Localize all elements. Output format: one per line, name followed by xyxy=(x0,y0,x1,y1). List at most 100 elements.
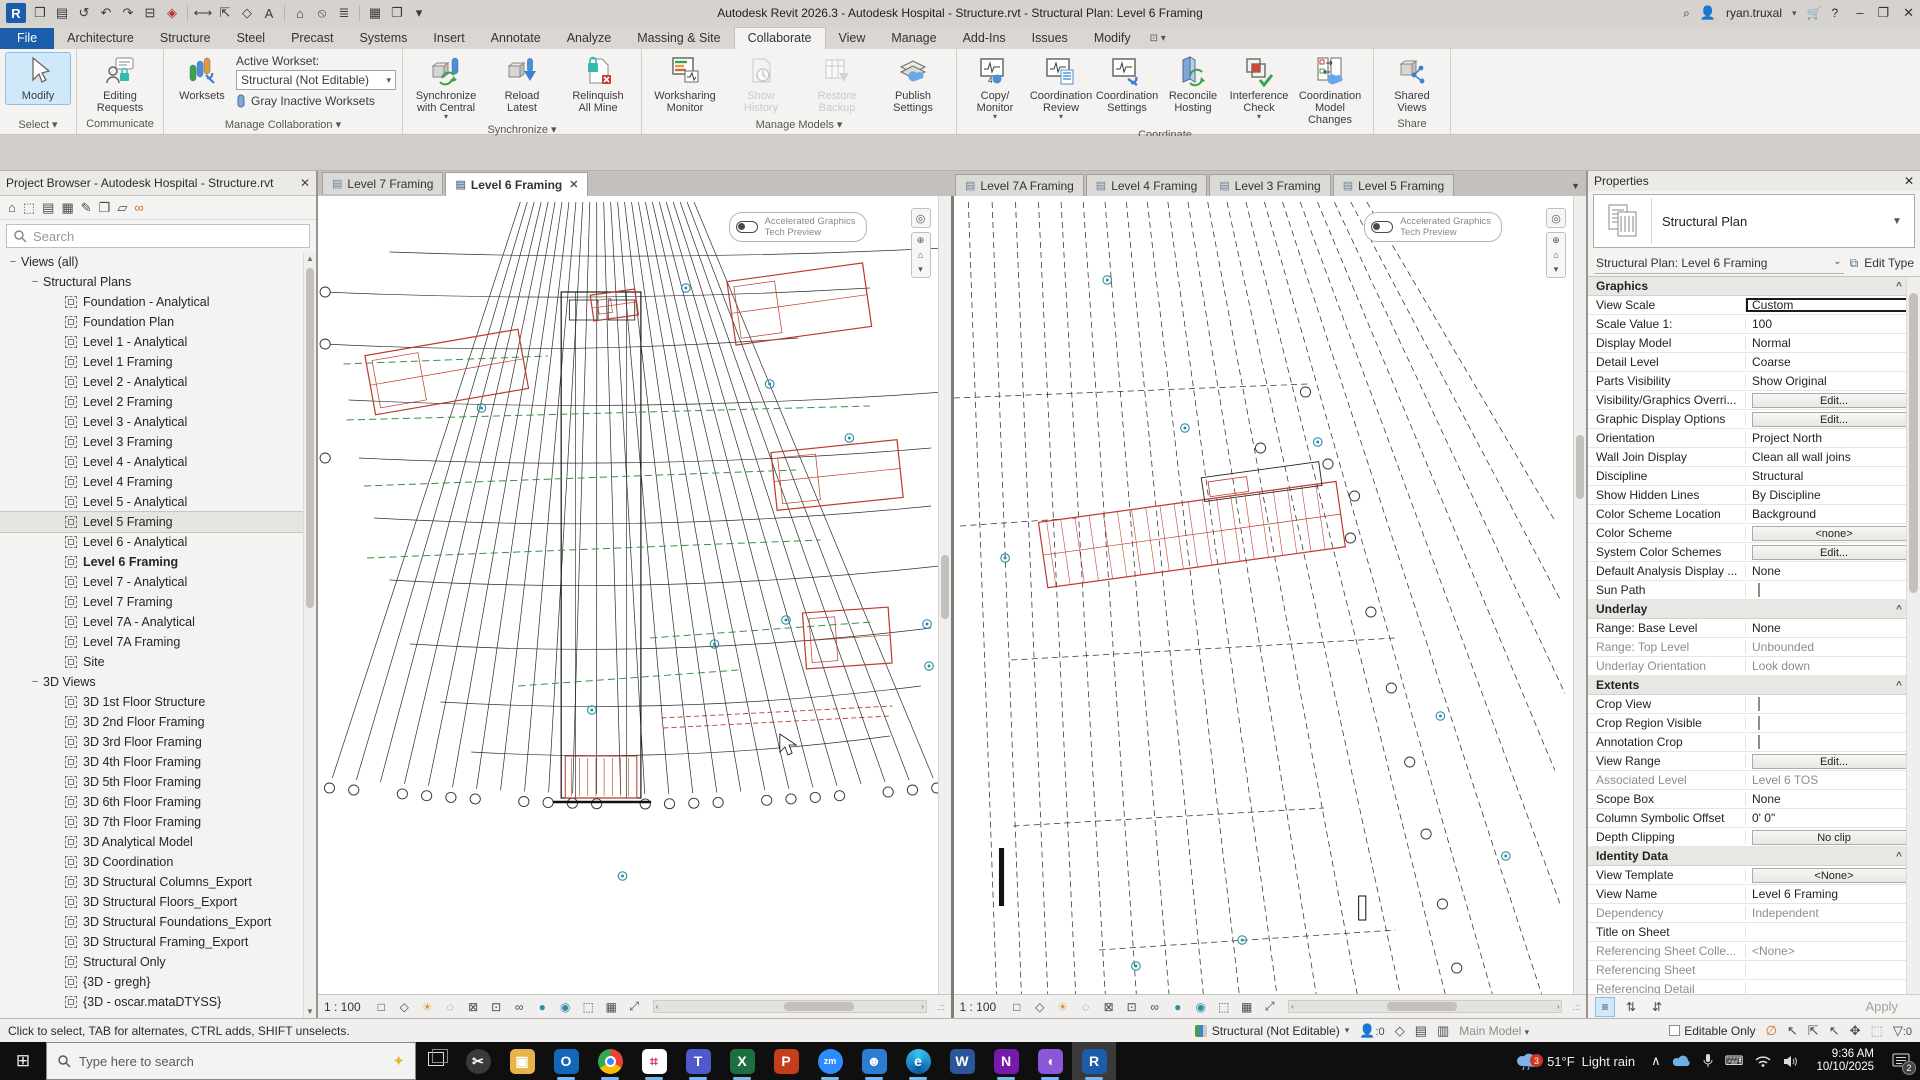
sort-desc-icon[interactable]: ⇵ xyxy=(1648,998,1666,1016)
taskbar-app-outlook[interactable]: O xyxy=(544,1042,588,1080)
home-view-icon[interactable]: ⌂ xyxy=(1553,250,1558,260)
tree-item-3d-structural-columns-export[interactable]: 3D Structural Columns_Export xyxy=(0,872,303,892)
tech-preview-toggle-icon[interactable] xyxy=(1371,221,1393,233)
tab-list-chevron-icon[interactable]: ▼ xyxy=(1571,181,1580,191)
tree-item-3d-5th-floor-framing[interactable]: 3D 5th Floor Framing xyxy=(0,772,303,792)
tree-item-3d-structural-foundations-export[interactable]: 3D Structural Foundations_Export xyxy=(0,912,303,932)
zoom-icon[interactable]: ⊕ xyxy=(1552,235,1560,246)
ribbon-tab-systems[interactable]: Systems xyxy=(346,28,420,49)
ribbon-tab-view[interactable]: View xyxy=(826,28,879,49)
coordination-settings-button[interactable]: CoordinationSettings xyxy=(1095,53,1159,116)
view-tab-level-5-framing[interactable]: ▤Level 5 Framing xyxy=(1333,174,1454,196)
signed-in-user[interactable]: ryan.truxal xyxy=(1726,6,1782,20)
speaker-icon[interactable] xyxy=(1783,1055,1798,1068)
instance-selector[interactable]: Structural Plan: Level 6 Framing ⌄ xyxy=(1594,253,1844,274)
tree-item-3d-4th-floor-framing[interactable]: 3D 4th Floor Framing xyxy=(0,752,303,772)
reveal-hidden-icon[interactable]: ∞ xyxy=(511,1000,528,1014)
property-row-crop-view[interactable]: Crop View xyxy=(1588,695,1920,714)
wifi-icon[interactable] xyxy=(1755,1055,1771,1067)
tree-item-level-6-framing[interactable]: Level 6 Framing xyxy=(0,552,303,572)
property-row-orientation[interactable]: OrientationProject North xyxy=(1588,429,1920,448)
ribbon-tab-modify[interactable]: Modify xyxy=(1081,28,1144,49)
panel-label-manage-collaboration[interactable]: Manage Collaboration ▾ xyxy=(164,117,402,134)
visual-style-icon[interactable]: □ xyxy=(1008,1000,1025,1014)
property-row-color-scheme-location[interactable]: Color Scheme LocationBackground xyxy=(1588,505,1920,524)
property-row-view-name[interactable]: View NameLevel 6 Framing xyxy=(1588,885,1920,904)
scroll-down-icon[interactable]: ▼ xyxy=(304,1005,316,1018)
project-browser-search[interactable]: Search xyxy=(6,224,310,248)
tree-item-views-all-[interactable]: −Views (all) xyxy=(0,252,303,272)
visual-style-icon[interactable]: □ xyxy=(373,1000,390,1014)
editing-requests-button[interactable]: EditingRequests xyxy=(83,53,157,116)
property-checkbox[interactable] xyxy=(1758,583,1760,597)
property-row-system-color-schemes[interactable]: System Color SchemesEdit... xyxy=(1588,543,1920,562)
weather-widget[interactable]: 3 51°F Light rain xyxy=(1516,1052,1641,1070)
ribbon-tab-manage[interactable]: Manage xyxy=(878,28,949,49)
viewport-level-6-framing[interactable]: Accelerated GraphicsTech Preview◎⊕⌂▾1 : … xyxy=(318,196,951,1018)
save-icon[interactable]: ▤ xyxy=(52,3,72,23)
ribbon-tab-insert[interactable]: Insert xyxy=(420,28,477,49)
worksharing-display-icon[interactable]: ⬚ xyxy=(1215,1000,1232,1014)
property-row-underlay[interactable]: Underlay^ xyxy=(1588,600,1920,619)
close-inactive-icon[interactable]: ▦ xyxy=(365,3,385,23)
minimize-button[interactable]: – xyxy=(1856,5,1863,21)
sort-default-icon[interactable]: ≡ xyxy=(1596,998,1614,1016)
thin-lines-icon[interactable]: ≣ xyxy=(334,3,354,23)
taskbar-app-onenote[interactable]: N xyxy=(984,1042,1028,1080)
search-help-icon[interactable]: ⌕ xyxy=(1683,6,1690,21)
sync-icon[interactable]: ↺ xyxy=(74,3,94,23)
viewport-horizontal-scrollbar[interactable]: ‹› xyxy=(1288,1000,1562,1013)
close-button[interactable]: ✕ xyxy=(1903,5,1914,21)
help-icon[interactable]: ? xyxy=(1832,6,1839,20)
property-button[interactable]: No clip xyxy=(1752,830,1916,845)
coordination-model-changes-button[interactable]: Coordination ModelChanges xyxy=(1293,53,1367,128)
modify-tag-icon[interactable]: ◈ xyxy=(162,3,182,23)
crop-region-icon[interactable]: ⊡ xyxy=(488,1000,505,1014)
property-row-graphics[interactable]: Graphics^ xyxy=(1588,277,1920,296)
crop-view-icon[interactable]: ⊠ xyxy=(1100,1000,1117,1014)
tree-item-level-2-framing[interactable]: Level 2 Framing xyxy=(0,392,303,412)
property-row-range-base-level[interactable]: Range: Base LevelNone xyxy=(1588,619,1920,638)
tree-item-3d-structural-framing-export[interactable]: 3D Structural Framing_Export xyxy=(0,932,303,952)
property-row-dependency[interactable]: DependencyIndependent xyxy=(1588,904,1920,923)
reload-latest-button[interactable]: ReloadLatest xyxy=(485,53,559,116)
switch-windows-icon[interactable]: ❐ xyxy=(387,3,407,23)
displacement-icon[interactable]: ⤢ xyxy=(1261,999,1278,1014)
editing-requests-count[interactable]: 👤:0 xyxy=(1359,1023,1384,1039)
show-history-button[interactable]: ShowHistory xyxy=(724,53,798,116)
shared-views-button[interactable]: SharedViews xyxy=(1380,53,1444,116)
scroll-up-icon[interactable]: ▲ xyxy=(304,252,316,265)
resize-grip-icon[interactable]: .:: xyxy=(937,1002,945,1012)
property-button[interactable]: Edit... xyxy=(1752,754,1916,769)
property-row-identity-data[interactable]: Identity Data^ xyxy=(1588,847,1920,866)
property-row-associated-level[interactable]: Associated LevelLevel 6 TOS xyxy=(1588,771,1920,790)
list-alt-icon[interactable]: ▥ xyxy=(1437,1023,1449,1039)
tree-item-3d-coordination[interactable]: 3D Coordination xyxy=(0,852,303,872)
property-row-view-template[interactable]: View Template<None> xyxy=(1588,866,1920,885)
drag-elements-icon[interactable]: ✥ xyxy=(1850,1023,1861,1039)
document-icon[interactable]: ▱ xyxy=(117,200,127,216)
property-button[interactable]: <none> xyxy=(1752,526,1916,541)
tree-item-level-7a-analytical[interactable]: Level 7A - Analytical xyxy=(0,612,303,632)
viewport-vertical-scrollbar[interactable] xyxy=(1573,196,1586,994)
steering-wheel-icon[interactable]: ◎ xyxy=(1546,208,1566,228)
property-row-column-symbolic-offset[interactable]: Column Symbolic Offset0' 0" xyxy=(1588,809,1920,828)
microphone-icon[interactable] xyxy=(1703,1054,1713,1068)
tree-item--3d-oscar-matadtyss-[interactable]: {3D - oscar.mataDTYSS} xyxy=(0,992,303,1012)
ribbon-tab-annotate[interactable]: Annotate xyxy=(478,28,554,49)
tree-item-site[interactable]: Site xyxy=(0,652,303,672)
tree-item-structural-plans[interactable]: −Structural Plans xyxy=(0,272,303,292)
taskbar-app-zoom[interactable]: zm xyxy=(808,1042,852,1080)
sun-settings-icon[interactable]: ☀ xyxy=(419,1000,436,1014)
property-row-scope-box[interactable]: Scope BoxNone xyxy=(1588,790,1920,809)
filter-icon[interactable]: ▽:0 xyxy=(1893,1023,1912,1039)
nav-more-icon[interactable]: ▾ xyxy=(1554,264,1559,275)
measure-icon[interactable]: ⟷ xyxy=(193,3,213,23)
tree-item-level-3-analytical[interactable]: Level 3 - Analytical xyxy=(0,412,303,432)
ribbon-tab-file[interactable]: File xyxy=(0,28,54,49)
tree-item-foundation-analytical[interactable]: Foundation - Analytical xyxy=(0,292,303,312)
undo-icon[interactable]: ↶ xyxy=(96,3,116,23)
close-view-icon[interactable]: ✕ xyxy=(569,178,578,191)
aligned-dimension-icon[interactable]: ⇱ xyxy=(215,3,235,23)
tree-item-3d-3rd-floor-framing[interactable]: 3D 3rd Floor Framing xyxy=(0,732,303,752)
